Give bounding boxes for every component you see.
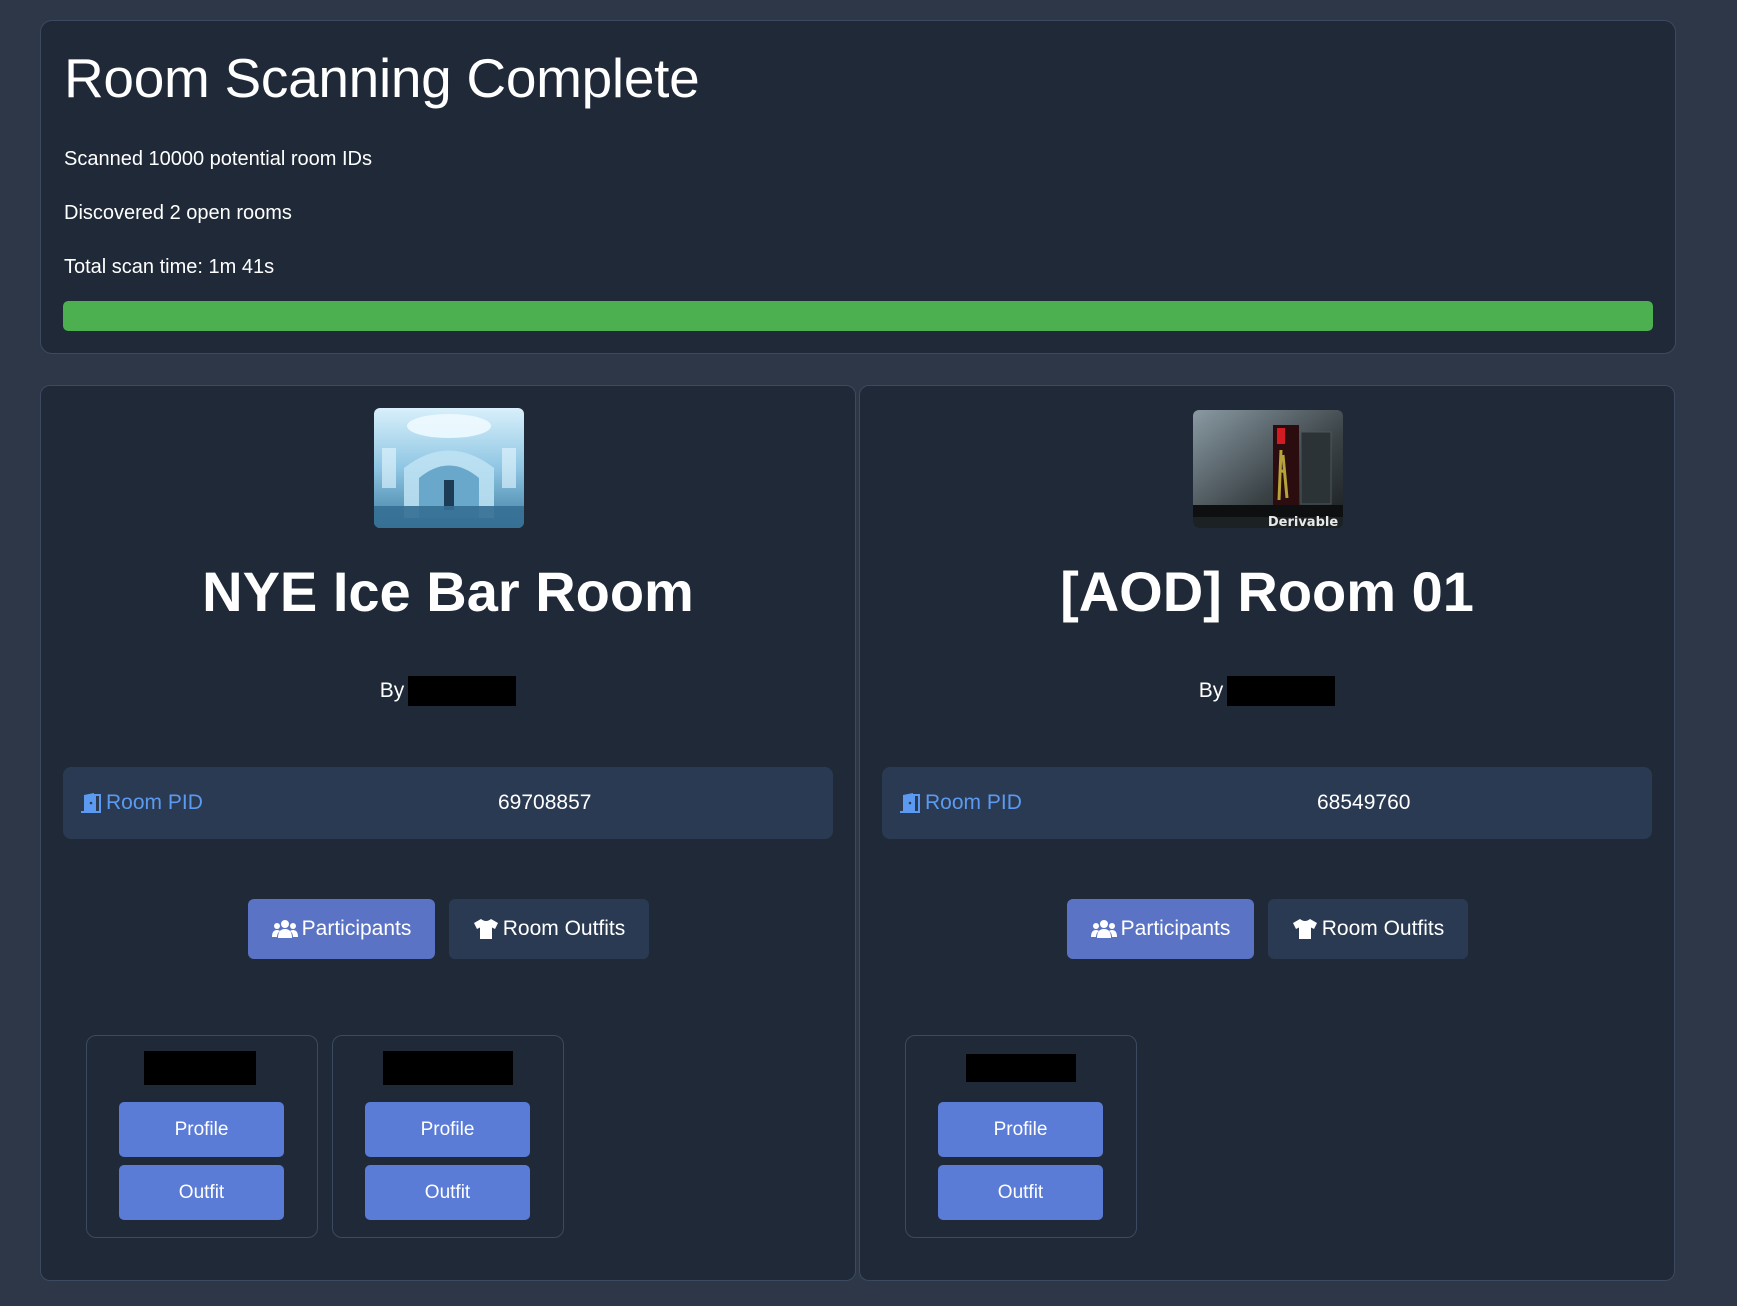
profile-button[interactable]: Profile [365,1102,530,1157]
progress-bar [63,301,1653,331]
profile-button[interactable]: Profile [119,1102,284,1157]
redacted-author-name [1227,676,1336,707]
door-icon [900,793,920,813]
room-pid-label: Room PID [899,767,1022,839]
thumbnail-caption: Derivable [1268,515,1338,528]
tab-room-outfits[interactable]: Room Outfits [1268,899,1468,959]
participant-card: Profile Outfit [86,1035,318,1238]
door-icon [81,793,101,813]
users-icon [271,920,298,938]
outfit-button[interactable]: Outfit [119,1165,284,1220]
room-pid-value: 69708857 [498,791,592,814]
room-pid-label: Room PID [80,767,203,839]
redacted-participant-name [966,1054,1076,1082]
room-card: Derivable [AOD] Room 01 By Room PID 6854… [859,385,1675,1281]
redacted-author-name [408,676,517,707]
room-title: NYE Ice Bar Room [202,560,694,623]
redacted-participant-name [383,1051,513,1085]
participant-card: Profile Outfit [905,1035,1137,1238]
tab-room-outfits[interactable]: Room Outfits [449,899,649,959]
scan-summary-panel: Room Scanning Complete Scanned 10000 pot… [40,20,1676,354]
room-title: [AOD] Room 01 [1060,560,1474,623]
scanned-count-text: Scanned 10000 potential room IDs [64,148,372,170]
tshirt-icon [1292,919,1317,939]
by-label: By [1198,679,1224,702]
tab-participants[interactable]: Participants [248,899,435,959]
room-pid-value: 68549760 [1317,791,1411,814]
outfit-button[interactable]: Outfit [365,1165,530,1220]
tshirt-icon [473,919,498,939]
progress-bar-fill [63,301,1653,331]
by-label: By [379,679,405,702]
room-card: NYE Ice Bar Room By Room PID 69708857 Pa… [40,385,856,1281]
users-icon [1090,920,1117,938]
room-thumbnail [374,408,524,528]
room-author: By [860,676,1674,707]
room-pid-row: Room PID 68549760 [882,767,1652,839]
room-author: By [41,676,855,707]
room-pid-row: Room PID 69708857 [63,767,833,839]
profile-button[interactable]: Profile [938,1102,1103,1157]
outfit-button[interactable]: Outfit [938,1165,1103,1220]
redacted-participant-name [144,1051,256,1085]
scan-time-text: Total scan time: 1m 41s [64,256,275,278]
tab-participants[interactable]: Participants [1067,899,1254,959]
page-title: Room Scanning Complete [64,47,700,109]
participant-card: Profile Outfit [332,1035,564,1238]
discovered-count-text: Discovered 2 open rooms [64,202,292,224]
room-thumbnail: Derivable [1193,410,1343,528]
